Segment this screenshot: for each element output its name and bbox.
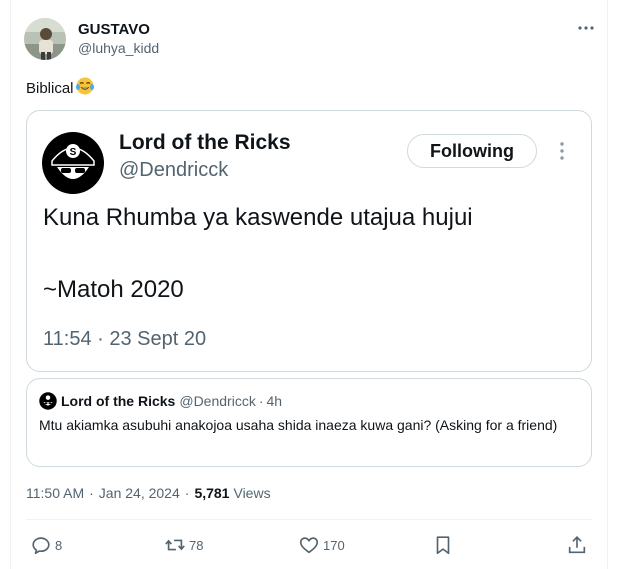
svg-text:S: S [70,147,77,158]
quote-separator: · [258,393,264,409]
quote-author-handle[interactable]: @Dendricck [179,393,255,409]
quote-text: Mtu akiamka asubuhi anakojoa usaha shida… [39,417,558,433]
reply-button[interactable]: 8 [30,531,62,559]
bookmark-button[interactable] [432,531,454,559]
quoted-tweet[interactable]: Lord of the Ricks @Dendricck · 4h Mtu ak… [26,378,592,467]
tears-of-joy-emoji [75,76,95,102]
image-tweet-line-1: Kuna Rhumba ya kaswende utajua hujui [43,204,473,231]
quote-avatar [39,392,57,410]
share-icon [568,536,586,554]
tweet-text-content: Biblical [26,80,74,97]
like-button[interactable]: 170 [298,531,345,559]
reply-icon [32,537,50,555]
like-count: 170 [323,537,345,553]
image-author-handle: @Dendricck [119,159,229,181]
image-author-name: Lord of the Ricks [119,131,291,154]
reply-count: 8 [55,537,63,553]
meta-separator: · [89,485,94,501]
cap-logo-icon: S [42,132,104,194]
action-bar: 8 78 170 [26,531,592,559]
divider [26,519,592,520]
tears-of-joy-icon [75,77,94,95]
bookmark-icon [436,536,450,555]
image-more-icon [555,141,569,161]
views-label: Views [233,485,271,501]
tweet-meta: 11:50 AM · Jan 24, 2024 · 5,781 Views [26,485,271,501]
views-count: 5,781 [194,485,230,501]
more-horizontal-icon [578,26,594,30]
cap-logo-icon [39,392,57,410]
tweet-date[interactable]: Jan 24, 2024 [99,485,180,501]
heart-icon [299,537,319,554]
image-tweet-line-2: ~Matoh 2020 [43,276,184,303]
retweet-icon [165,539,185,551]
meta-separator: · [184,485,190,501]
author-handle[interactable]: @luhya_kidd [78,40,159,56]
tweet-text: Biblical [26,76,95,102]
tweet-media-image[interactable]: S Lord of the Ricks @Dendricck Following… [26,110,592,372]
more-options-button[interactable] [574,16,598,40]
quote-time[interactable]: 4h [266,393,282,409]
author-avatar[interactable] [24,18,66,60]
image-timestamp: 11:54 · 23 Sept 20 [43,328,207,350]
quote-author-name[interactable]: Lord of the Ricks [61,393,175,409]
avatar-image [24,18,66,60]
tweet-time[interactable]: 11:50 AM [26,485,84,501]
image-following-badge: Following [407,134,537,168]
quote-header: Lord of the Ricks @Dendricck · 4h [39,392,282,410]
share-button[interactable] [566,531,588,559]
author-name[interactable]: GUSTAVO [78,21,150,39]
retweet-button[interactable]: 78 [164,531,203,559]
retweet-count: 78 [189,537,204,553]
image-author-avatar: S [41,131,105,195]
